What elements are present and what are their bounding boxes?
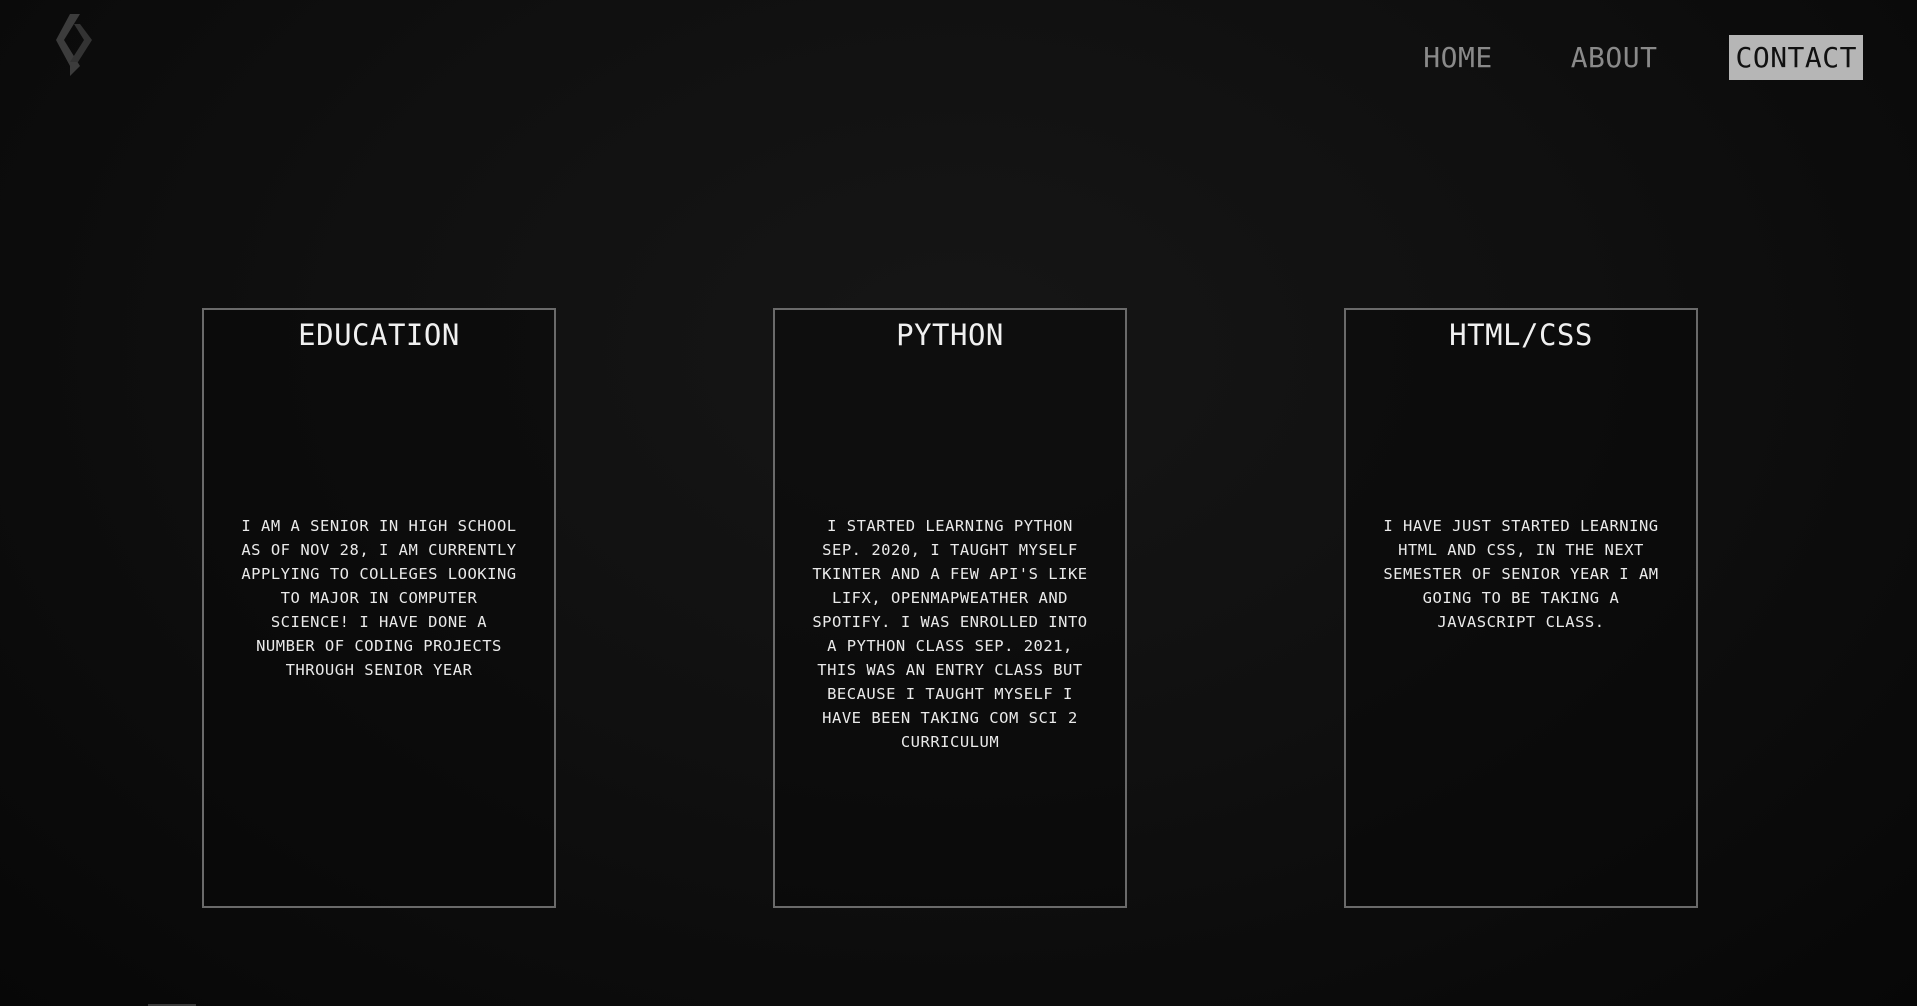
card-body: I STARTED LEARNING PYTHON SEP. 2020, I T… <box>812 517 1088 751</box>
html-css-card: HTML/CSS I HAVE JUST STARTED LEARNING HT… <box>1344 308 1698 908</box>
angle-bracket-logo-icon <box>56 14 92 76</box>
education-card: EDUCATION I AM A SENIOR IN HIGH SCHOOL A… <box>202 308 556 908</box>
nav-home-link[interactable]: HOME <box>1417 35 1498 80</box>
card-body: I AM A SENIOR IN HIGH SCHOOL AS OF NOV 2… <box>241 517 517 679</box>
main-nav: HOME ABOUT CONTACT <box>1351 35 1863 80</box>
card-title: EDUCATION <box>298 318 460 352</box>
card-title: PYTHON <box>896 318 1004 352</box>
python-card: PYTHON I STARTED LEARNING PYTHON SEP. 20… <box>773 308 1127 908</box>
nav-contact-link[interactable]: CONTACT <box>1729 35 1863 80</box>
logo-icon[interactable] <box>56 14 92 76</box>
nav-about-link[interactable]: ABOUT <box>1565 35 1664 80</box>
card-title: HTML/CSS <box>1449 318 1593 352</box>
skills-cards: EDUCATION I AM A SENIOR IN HIGH SCHOOL A… <box>202 308 1704 912</box>
card-body: I HAVE JUST STARTED LEARNING HTML AND CS… <box>1383 517 1659 631</box>
